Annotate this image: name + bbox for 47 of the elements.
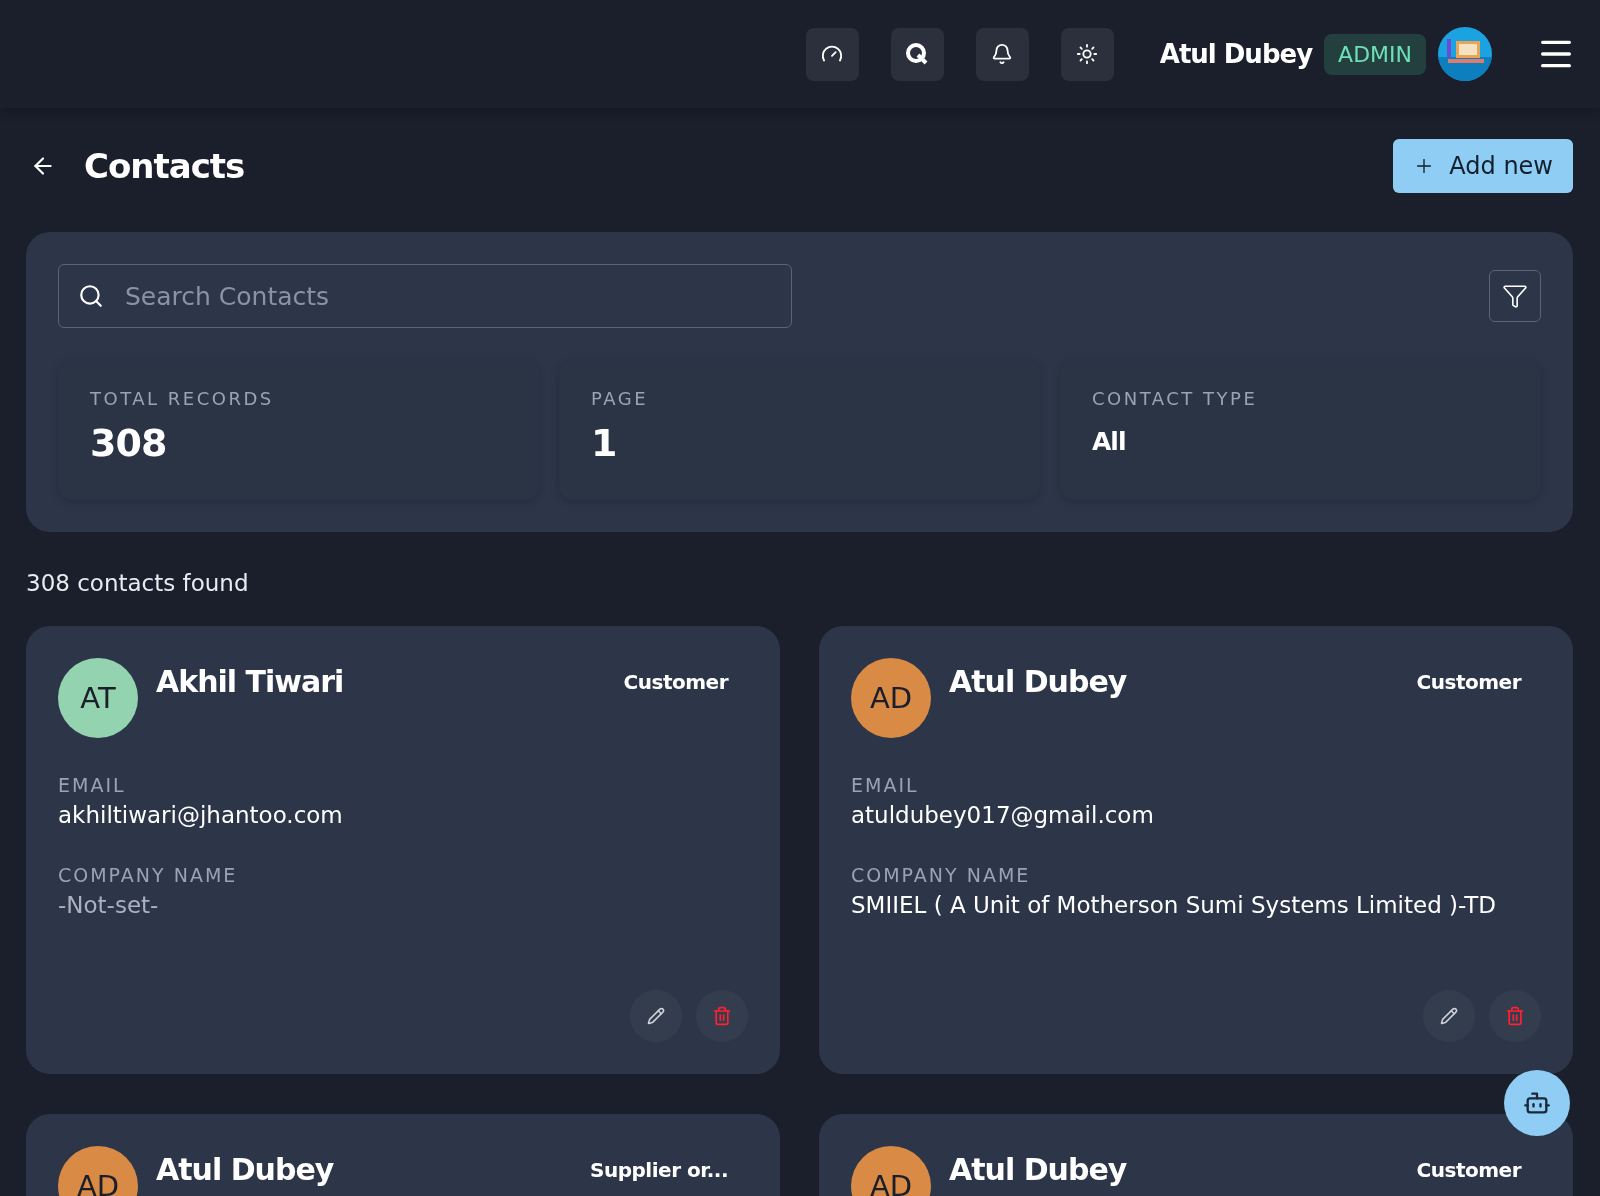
contact-type: Customer bbox=[623, 670, 728, 694]
page-title: Contacts bbox=[84, 146, 246, 186]
search-icon bbox=[78, 283, 104, 309]
contact-type: Supplier or... bbox=[590, 1158, 728, 1182]
contact-name: Atul Dubey bbox=[949, 1152, 1128, 1187]
company-value: -Not-set- bbox=[58, 892, 160, 918]
avatar-initials: AD bbox=[851, 658, 931, 738]
sun-icon[interactable] bbox=[1060, 27, 1114, 81]
edit-button[interactable] bbox=[630, 990, 682, 1042]
field-label: COMPANY NAME bbox=[58, 864, 239, 886]
stat-value: 308 bbox=[90, 421, 168, 465]
role-badge: ADMIN bbox=[1324, 33, 1426, 75]
search-field[interactable]: Search Contacts bbox=[58, 264, 792, 328]
stat-value: 1 bbox=[591, 421, 618, 465]
filter-icon bbox=[1502, 283, 1528, 309]
avatar-initials: AT bbox=[58, 658, 138, 738]
trash-icon bbox=[712, 1006, 732, 1026]
pencil-icon bbox=[1440, 1007, 1458, 1025]
field-label: COMPANY NAME bbox=[851, 864, 1032, 886]
result-count: 308 contacts found bbox=[26, 570, 250, 596]
contact-type: Customer bbox=[1416, 1158, 1521, 1182]
user-name: Atul Dubey bbox=[1159, 39, 1313, 69]
dashboard-icon[interactable] bbox=[805, 27, 859, 81]
bell-icon[interactable] bbox=[975, 27, 1029, 81]
pencil-icon bbox=[647, 1007, 665, 1025]
delete-button[interactable] bbox=[1489, 990, 1541, 1042]
stat-value: All bbox=[1092, 427, 1127, 456]
stat-label: PAGE bbox=[591, 388, 650, 409]
delete-button[interactable] bbox=[696, 990, 748, 1042]
contact-name: Atul Dubey bbox=[156, 1152, 335, 1187]
contact-name: Atul Dubey bbox=[949, 664, 1128, 699]
filter-button[interactable] bbox=[1489, 270, 1541, 322]
add-new-button[interactable]: Add new bbox=[1393, 139, 1573, 193]
stat-label: CONTACT TYPE bbox=[1092, 388, 1259, 409]
email-value: atuldubey017@gmail.com bbox=[851, 802, 1155, 828]
company-value: SMIIEL ( A Unit of Motherson Sumi Systems Limited )-TD bbox=[851, 892, 1497, 918]
trash-icon bbox=[1505, 1006, 1525, 1026]
contact-type: Customer bbox=[1416, 670, 1521, 694]
stat-label: TOTAL RECORDS bbox=[90, 388, 275, 409]
email-value: akhiltiwari@jhantoo.com bbox=[58, 802, 344, 828]
field-label: EMAIL bbox=[58, 774, 127, 796]
avatar-initials: AD bbox=[58, 1146, 138, 1196]
contact-name: Akhil Tiwari bbox=[156, 664, 345, 699]
avatar-initials: AD bbox=[851, 1146, 931, 1196]
q-logo-icon[interactable] bbox=[890, 27, 944, 81]
field-label: EMAIL bbox=[851, 774, 920, 796]
edit-button[interactable] bbox=[1423, 990, 1475, 1042]
